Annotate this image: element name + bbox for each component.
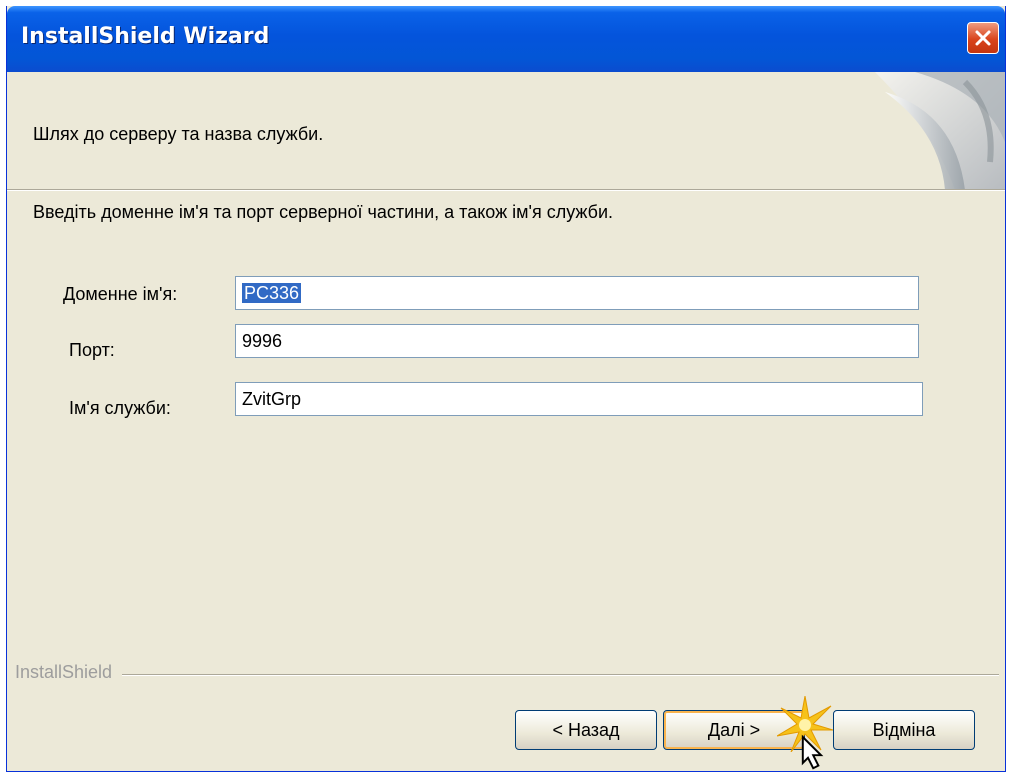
service-name-field[interactable]: ZvitGrp — [235, 382, 923, 416]
port-label: Порт: — [69, 340, 115, 360]
header-graphic-icon — [875, 72, 1005, 190]
close-button[interactable] — [967, 22, 999, 54]
port-field[interactable]: 9996 — [235, 324, 919, 358]
domain-name-label: Доменне ім'я: — [63, 284, 178, 304]
cancel-button[interactable]: Відміна — [833, 710, 975, 750]
domain-name-value: PC336 — [242, 283, 302, 303]
service-name-label: Ім'я служби: — [69, 398, 171, 418]
footer-divider — [15, 674, 999, 676]
header-divider — [7, 189, 1005, 190]
instruction-text: Введіть доменне ім'я та порт серверної ч… — [33, 202, 614, 222]
back-button[interactable]: < Назад — [515, 710, 657, 750]
window-title: InstallShield Wizard — [21, 24, 270, 49]
mouse-cursor-icon — [801, 734, 824, 770]
header-text: Шлях до серверу та назва служби. — [33, 124, 324, 144]
installshield-brand-label: InstallShield — [15, 662, 123, 683]
installshield-wizard-window: InstallShield Wizard Шлях до серверу та … — [6, 6, 1006, 772]
port-value: 9996 — [242, 331, 283, 351]
title-bar[interactable]: InstallShield Wizard — [7, 6, 1005, 72]
domain-name-field[interactable]: PC336 — [235, 276, 919, 310]
close-icon — [975, 30, 991, 46]
wizard-header: Шлях до серверу та назва служби. — [7, 72, 1005, 191]
service-name-value: ZvitGrp — [242, 389, 302, 409]
